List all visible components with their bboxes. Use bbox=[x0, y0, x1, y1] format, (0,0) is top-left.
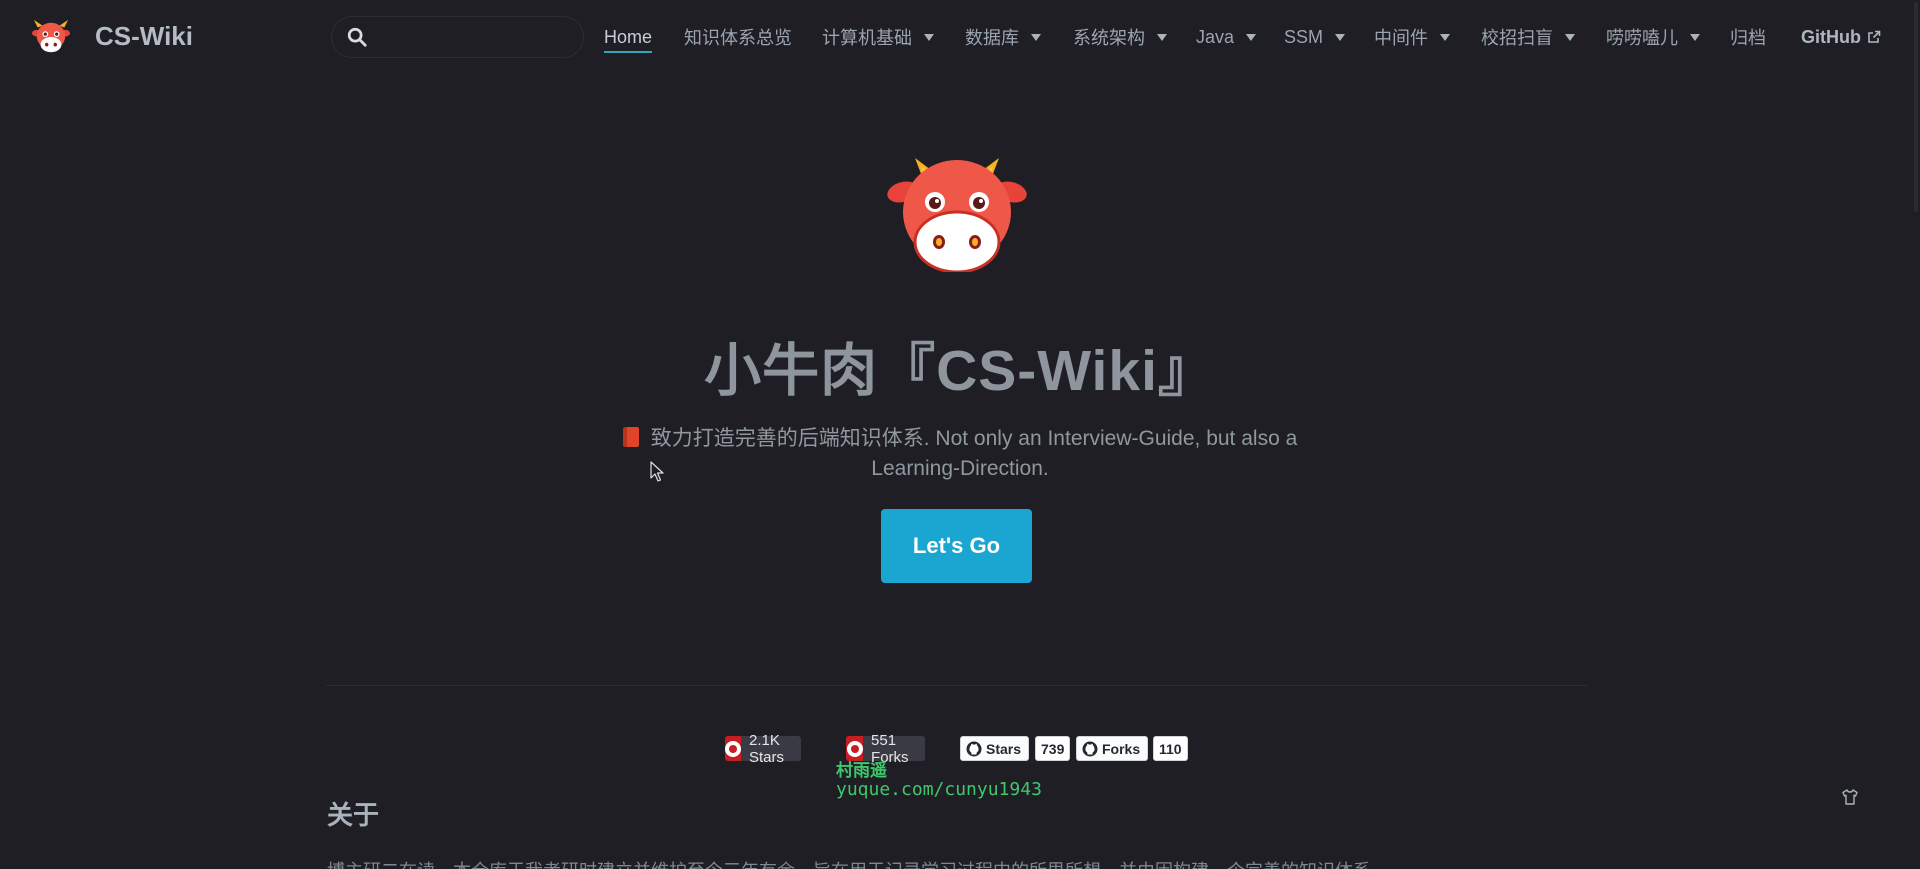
nav-item-cs-basics[interactable]: 计算机基础 bbox=[822, 24, 934, 50]
github-stars-label: Stars bbox=[986, 740, 1022, 757]
caret-down-icon bbox=[1157, 33, 1167, 41]
nav-item-middleware[interactable]: 中间件 bbox=[1374, 24, 1450, 50]
cow-hero-logo-icon bbox=[887, 158, 1027, 272]
book-icon bbox=[622, 427, 639, 447]
nav-item-label: 唠唠嗑儿 bbox=[1606, 28, 1678, 48]
gitee-stars-badge[interactable]: 2.1K Stars bbox=[725, 732, 802, 766]
caret-down-icon bbox=[1031, 33, 1041, 41]
github-forks-count[interactable]: 110 bbox=[1153, 736, 1188, 761]
hero-description-text: 致力打造完善的后端知识体系. Not only an Interview-Gui… bbox=[650, 427, 1298, 480]
caret-down-icon bbox=[1690, 33, 1700, 41]
github-stars-count[interactable]: 739 bbox=[1035, 736, 1071, 761]
about-heading: 关于 bbox=[327, 800, 380, 830]
github-icon bbox=[1082, 741, 1098, 756]
caret-down-icon bbox=[924, 33, 934, 41]
nav-menu: Home 知识体系总览 计算机基础 数据库 系统架构 Java SSM 中间件 bbox=[0, 0, 1920, 74]
lets-go-button[interactable]: Let's Go bbox=[881, 509, 1032, 583]
github-forks-badge[interactable]: Forks bbox=[1076, 736, 1149, 761]
caret-down-icon bbox=[1565, 33, 1575, 41]
nav-item-label: 知识体系总览 bbox=[684, 28, 792, 48]
section-divider bbox=[326, 685, 1587, 686]
hero-description: 致力打造完善的后端知识体系. Not only an Interview-Gui… bbox=[590, 424, 1330, 484]
page-scrollbar[interactable] bbox=[1914, 2, 1918, 212]
github-stars-badge[interactable]: Stars bbox=[960, 736, 1030, 761]
nav-item-label: 数据库 bbox=[965, 28, 1019, 48]
top-navbar: CS-Wiki Home 知识体系总览 计算机基础 数据库 系统架构 Java bbox=[0, 0, 1920, 74]
nav-item-label: Java bbox=[1196, 26, 1235, 47]
nav-item-ssm[interactable]: SSM bbox=[1284, 24, 1346, 50]
nav-item-campus[interactable]: 校招扫盲 bbox=[1481, 24, 1575, 50]
gitee-stars-label: 2.1K Stars bbox=[749, 731, 785, 766]
nav-item-label: 归档 bbox=[1730, 28, 1766, 48]
nav-item-label: 校招扫盲 bbox=[1481, 28, 1553, 48]
hero-title: 小牛肉『CS-Wiki』 bbox=[704, 339, 1216, 403]
nav-item-chat[interactable]: 唠唠嗑儿 bbox=[1606, 24, 1700, 50]
nav-item-label: SSM bbox=[1284, 26, 1324, 47]
watermark-url: yuque.com/cunyu1943 bbox=[836, 779, 1042, 800]
nav-item-overview[interactable]: 知识体系总览 bbox=[684, 24, 792, 50]
about-paragraph: 博主研二在读，本仓库于我考研时建立并维护至今三年有余，旨在用于记录学习过程中的所… bbox=[327, 857, 1587, 869]
nav-item-github[interactable]: GitHub bbox=[1801, 24, 1881, 50]
github-forks-label: Forks bbox=[1102, 740, 1141, 757]
caret-down-icon bbox=[1246, 33, 1257, 41]
github-icon bbox=[966, 741, 982, 756]
nav-item-label: 系统架构 bbox=[1073, 28, 1145, 48]
nav-item-database[interactable]: 数据库 bbox=[965, 24, 1041, 50]
mouse-cursor-icon bbox=[650, 461, 664, 482]
nav-item-architecture[interactable]: 系统架构 bbox=[1073, 24, 1167, 50]
caret-down-icon bbox=[1440, 33, 1450, 41]
theme-toggle-icon[interactable] bbox=[1840, 787, 1860, 807]
external-link-icon bbox=[1868, 30, 1881, 43]
nav-item-label: 中间件 bbox=[1374, 28, 1428, 48]
nav-item-label: GitHub bbox=[1801, 26, 1861, 47]
nav-item-java[interactable]: Java bbox=[1196, 24, 1257, 50]
nav-item-archive[interactable]: 归档 bbox=[1730, 24, 1766, 50]
nav-item-home[interactable]: Home bbox=[604, 24, 653, 53]
watermark-name: 村雨遥 bbox=[836, 761, 887, 781]
nav-item-label: Home bbox=[604, 26, 653, 47]
gitee-icon bbox=[725, 736, 741, 761]
nav-item-label: 计算机基础 bbox=[822, 28, 912, 48]
caret-down-icon bbox=[1335, 33, 1346, 41]
